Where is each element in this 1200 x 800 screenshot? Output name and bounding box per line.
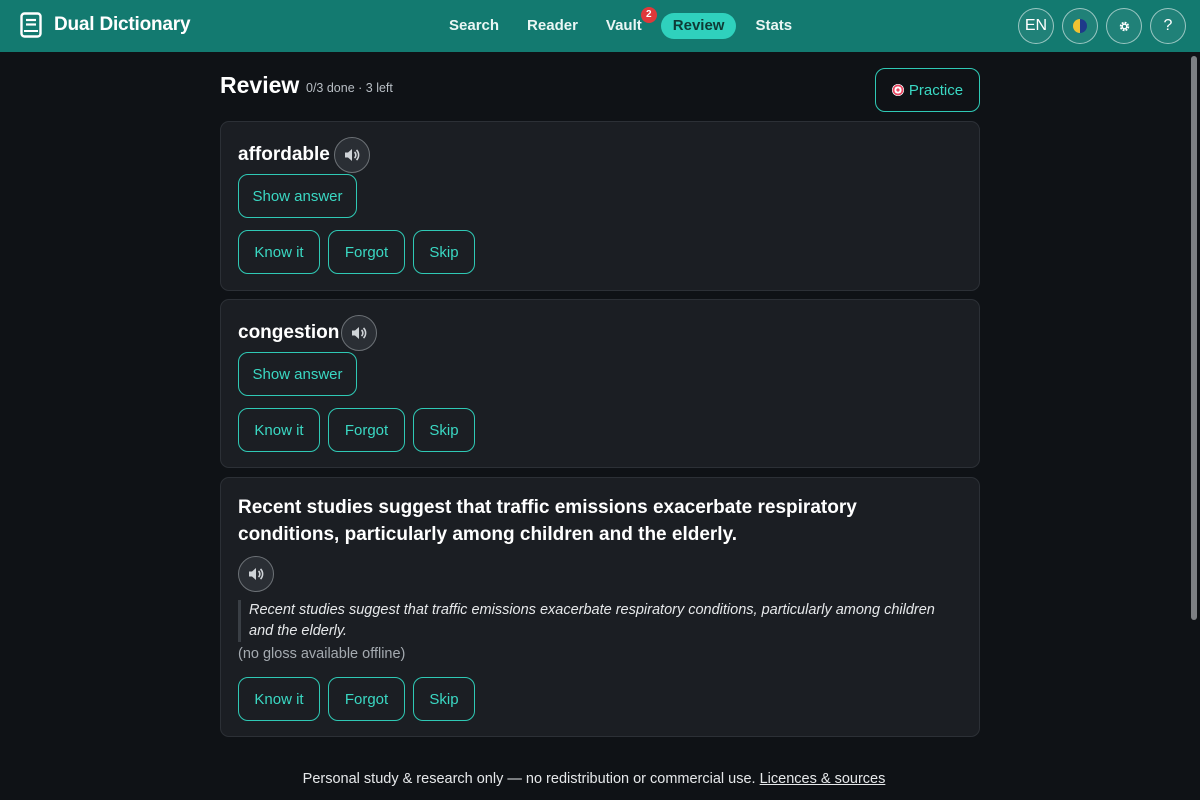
forgot-label: Forgot	[344, 690, 389, 708]
card-sentence: Recent studies suggest that traffic emis…	[238, 497, 857, 545]
language-button[interactable]: EN	[1018, 8, 1054, 44]
speaker-icon	[249, 568, 264, 580]
review-card-sentence: Recent studies suggest that traffic emis…	[220, 477, 980, 737]
help-button[interactable]: ?	[1150, 8, 1186, 44]
target-icon	[891, 84, 904, 96]
page-title: Review	[220, 72, 300, 98]
vault-count-badge: 2	[640, 7, 657, 23]
speaker-icon	[345, 149, 360, 161]
sentence-quote: Recent studies suggest that traffic emis…	[238, 600, 958, 642]
know-it-label: Know it	[254, 690, 304, 708]
language-label: EN	[1024, 17, 1048, 34]
skip-label: Skip	[429, 421, 459, 439]
app-title: Dual Dictionary	[54, 14, 191, 35]
nav-reader[interactable]: Reader	[518, 13, 587, 39]
play-audio-button[interactable]	[334, 137, 370, 173]
skip-button[interactable]: Skip	[413, 677, 475, 721]
settings-button[interactable]	[1106, 8, 1142, 44]
nav-stats[interactable]: Stats	[746, 13, 801, 39]
gloss-note: (no gloss available offline)	[238, 646, 406, 662]
book-icon	[20, 12, 42, 38]
nav-review[interactable]: Review	[660, 13, 737, 39]
forgot-button[interactable]: Forgot	[328, 230, 405, 274]
know-it-label: Know it	[254, 243, 304, 261]
practice-label: Practice	[908, 81, 964, 99]
review-progress: 0/3 done · 3 left	[306, 81, 393, 95]
know-it-button[interactable]: Know it	[238, 408, 320, 452]
theme-toggle-icon	[1073, 19, 1087, 33]
know-it-button[interactable]: Know it	[238, 230, 320, 274]
main-nav: Search Reader Vault 2 Review Stats	[440, 7, 811, 39]
card-word: affordable	[238, 144, 330, 165]
show-answer-label: Show answer	[252, 187, 343, 205]
forgot-button[interactable]: Forgot	[328, 408, 405, 452]
footer-notice: Personal study & research only — no redi…	[302, 771, 756, 787]
page-header: Review 0/3 done · 3 left Practice	[220, 52, 980, 120]
nav-search[interactable]: Search	[440, 13, 508, 39]
top-actions: EN ?	[1010, 8, 1186, 44]
speaker-icon	[352, 327, 367, 339]
gear-icon	[1119, 21, 1129, 31]
forgot-label: Forgot	[344, 243, 389, 261]
practice-button[interactable]: Practice	[875, 68, 980, 112]
review-page: Review 0/3 done · 3 left Practice afford…	[220, 52, 980, 737]
skip-label: Skip	[429, 243, 459, 261]
card-actions: Know it Forgot Skip	[238, 230, 483, 274]
show-answer-button[interactable]: Show answer	[238, 352, 357, 396]
nav-vault-label: Vault	[605, 17, 642, 34]
scrollbar-thumb[interactable]	[1191, 56, 1197, 620]
skip-button[interactable]: Skip	[413, 230, 475, 274]
know-it-label: Know it	[254, 421, 304, 439]
play-audio-button[interactable]	[238, 556, 274, 592]
nav-vault[interactable]: Vault 2	[597, 7, 657, 39]
know-it-button[interactable]: Know it	[238, 677, 320, 721]
top-bar: Dual Dictionary Search Reader Vault 2 Re…	[0, 0, 1200, 52]
show-answer-label: Show answer	[252, 365, 343, 383]
review-card: affordable Show answer Know it Forgot Sk…	[220, 121, 980, 291]
footer: Personal study & research only — no redi…	[0, 771, 1188, 787]
theme-toggle-button[interactable]	[1062, 8, 1098, 44]
brand[interactable]: Dual Dictionary	[20, 12, 191, 38]
show-answer-button[interactable]: Show answer	[238, 174, 357, 218]
skip-button[interactable]: Skip	[413, 408, 475, 452]
licences-link[interactable]: Licences & sources	[760, 771, 886, 787]
help-icon: ?	[1163, 17, 1173, 34]
card-word: congestion	[238, 322, 340, 343]
review-card: congestion Show answer Know it Forgot Sk…	[220, 299, 980, 468]
card-actions: Know it Forgot Skip	[238, 408, 483, 452]
forgot-button[interactable]: Forgot	[328, 677, 405, 721]
skip-label: Skip	[429, 690, 459, 708]
play-audio-button[interactable]	[341, 315, 377, 351]
forgot-label: Forgot	[344, 421, 389, 439]
card-actions: Know it Forgot Skip	[238, 677, 483, 721]
